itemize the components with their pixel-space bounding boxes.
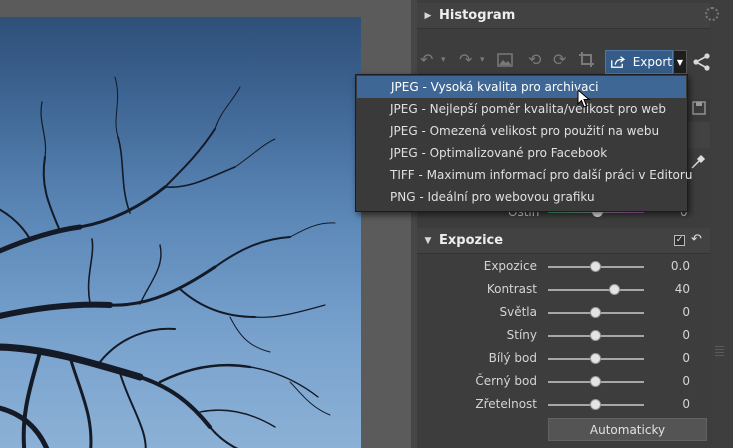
photo-preview[interactable] [0,17,361,448]
export-menu-arrow-icon[interactable]: ▼ [673,50,687,74]
slider-value: 0 [682,305,690,319]
slider-label: Černý bod [475,374,537,388]
scrollbar-grip[interactable] [715,346,724,358]
exposure-enable-checkbox[interactable]: ✓ [674,235,685,246]
tree-branches-image [0,76,336,448]
slider-row: Expozice 0.0 [417,256,710,279]
redo-icon[interactable]: ↷ [459,50,472,70]
auto-button[interactable]: Automaticky [548,418,707,441]
slider-row: Světla 0 [417,302,710,325]
slider-label: Kontrast [486,282,537,296]
histogram-settings-icon[interactable] [705,7,719,21]
photo-canvas[interactable] [0,0,411,448]
undo-menu-icon[interactable]: ▾ [441,50,446,70]
export-icon [611,56,626,68]
slider-track[interactable] [548,289,644,291]
slider-label: Zřetelnost [475,397,537,411]
export-menu-item[interactable]: TIFF - Maximum informací pro další práci… [356,164,692,186]
slider-value: 0 [682,397,690,411]
slider-value: 40 [674,282,690,296]
rotate-left-icon[interactable]: ⟲ [528,50,541,70]
slider-value: 0 [682,328,690,342]
export-menu-item[interactable]: JPEG - Omezená velikost pro použití na w… [356,120,687,142]
export-button-label: Export [632,55,672,69]
slider-knob[interactable] [590,307,601,318]
histogram-title: Histogram [439,8,516,23]
expand-triangle-icon: ▶ [424,10,432,21]
image-icon[interactable] [497,52,513,72]
share-icon[interactable] [692,53,712,71]
slider-row: Stíny 0 [417,325,710,348]
slider-knob[interactable] [590,399,601,410]
slider-knob[interactable] [590,261,601,272]
histogram-section-header[interactable]: ▶ Histogram [417,3,710,29]
export-menu-item[interactable]: JPEG - Optimalizované pro Facebook [356,142,687,164]
save-icon[interactable] [692,101,706,115]
slider-knob[interactable] [590,330,601,341]
export-menu-item[interactable]: JPEG - Vysoká kvalita pro archivaci [357,76,686,98]
rotate-right-icon[interactable]: ⟳ [553,50,566,70]
slider-knob[interactable] [590,376,601,387]
export-button[interactable]: Export [605,50,673,74]
panel-scrollbar[interactable] [712,0,733,448]
crop-icon[interactable] [578,51,595,73]
exposure-section-header[interactable]: ▼ Expozice [417,228,710,254]
slider-row: Zřetelnost 0 [417,394,710,417]
slider-label: Bílý bod [488,351,537,365]
exposure-title: Expozice [439,233,504,248]
export-menu-item[interactable]: PNG - Ideální pro webovou grafiku [356,186,687,208]
slider-row: Bílý bod 0 [417,348,710,371]
slider-label: Expozice [483,259,537,273]
slider-label: Stíny [506,328,537,342]
redo-menu-icon[interactable]: ▾ [480,50,485,70]
collapse-triangle-icon: ▼ [424,235,432,246]
export-dropdown-menu: JPEG - Vysoká kvalita pro archivaci JPEG … [355,74,692,212]
slider-row: Černý bod 0 [417,371,710,394]
slider-value: 0.0 [670,259,690,273]
slider-value: 0 [682,374,690,388]
slider-knob[interactable] [590,353,601,364]
export-menu-item[interactable]: JPEG - Nejlepší poměr kvalita/velikost p… [356,98,687,120]
undo-icon[interactable]: ↶ [420,50,433,70]
slider-knob[interactable] [609,284,621,295]
mouse-cursor-icon [577,89,591,108]
slider-label: Světla [499,305,538,319]
exposure-reset-icon[interactable]: ↶ [691,232,702,247]
slider-row: Kontrast 40 [417,279,710,302]
slider-value: 0 [682,351,690,365]
